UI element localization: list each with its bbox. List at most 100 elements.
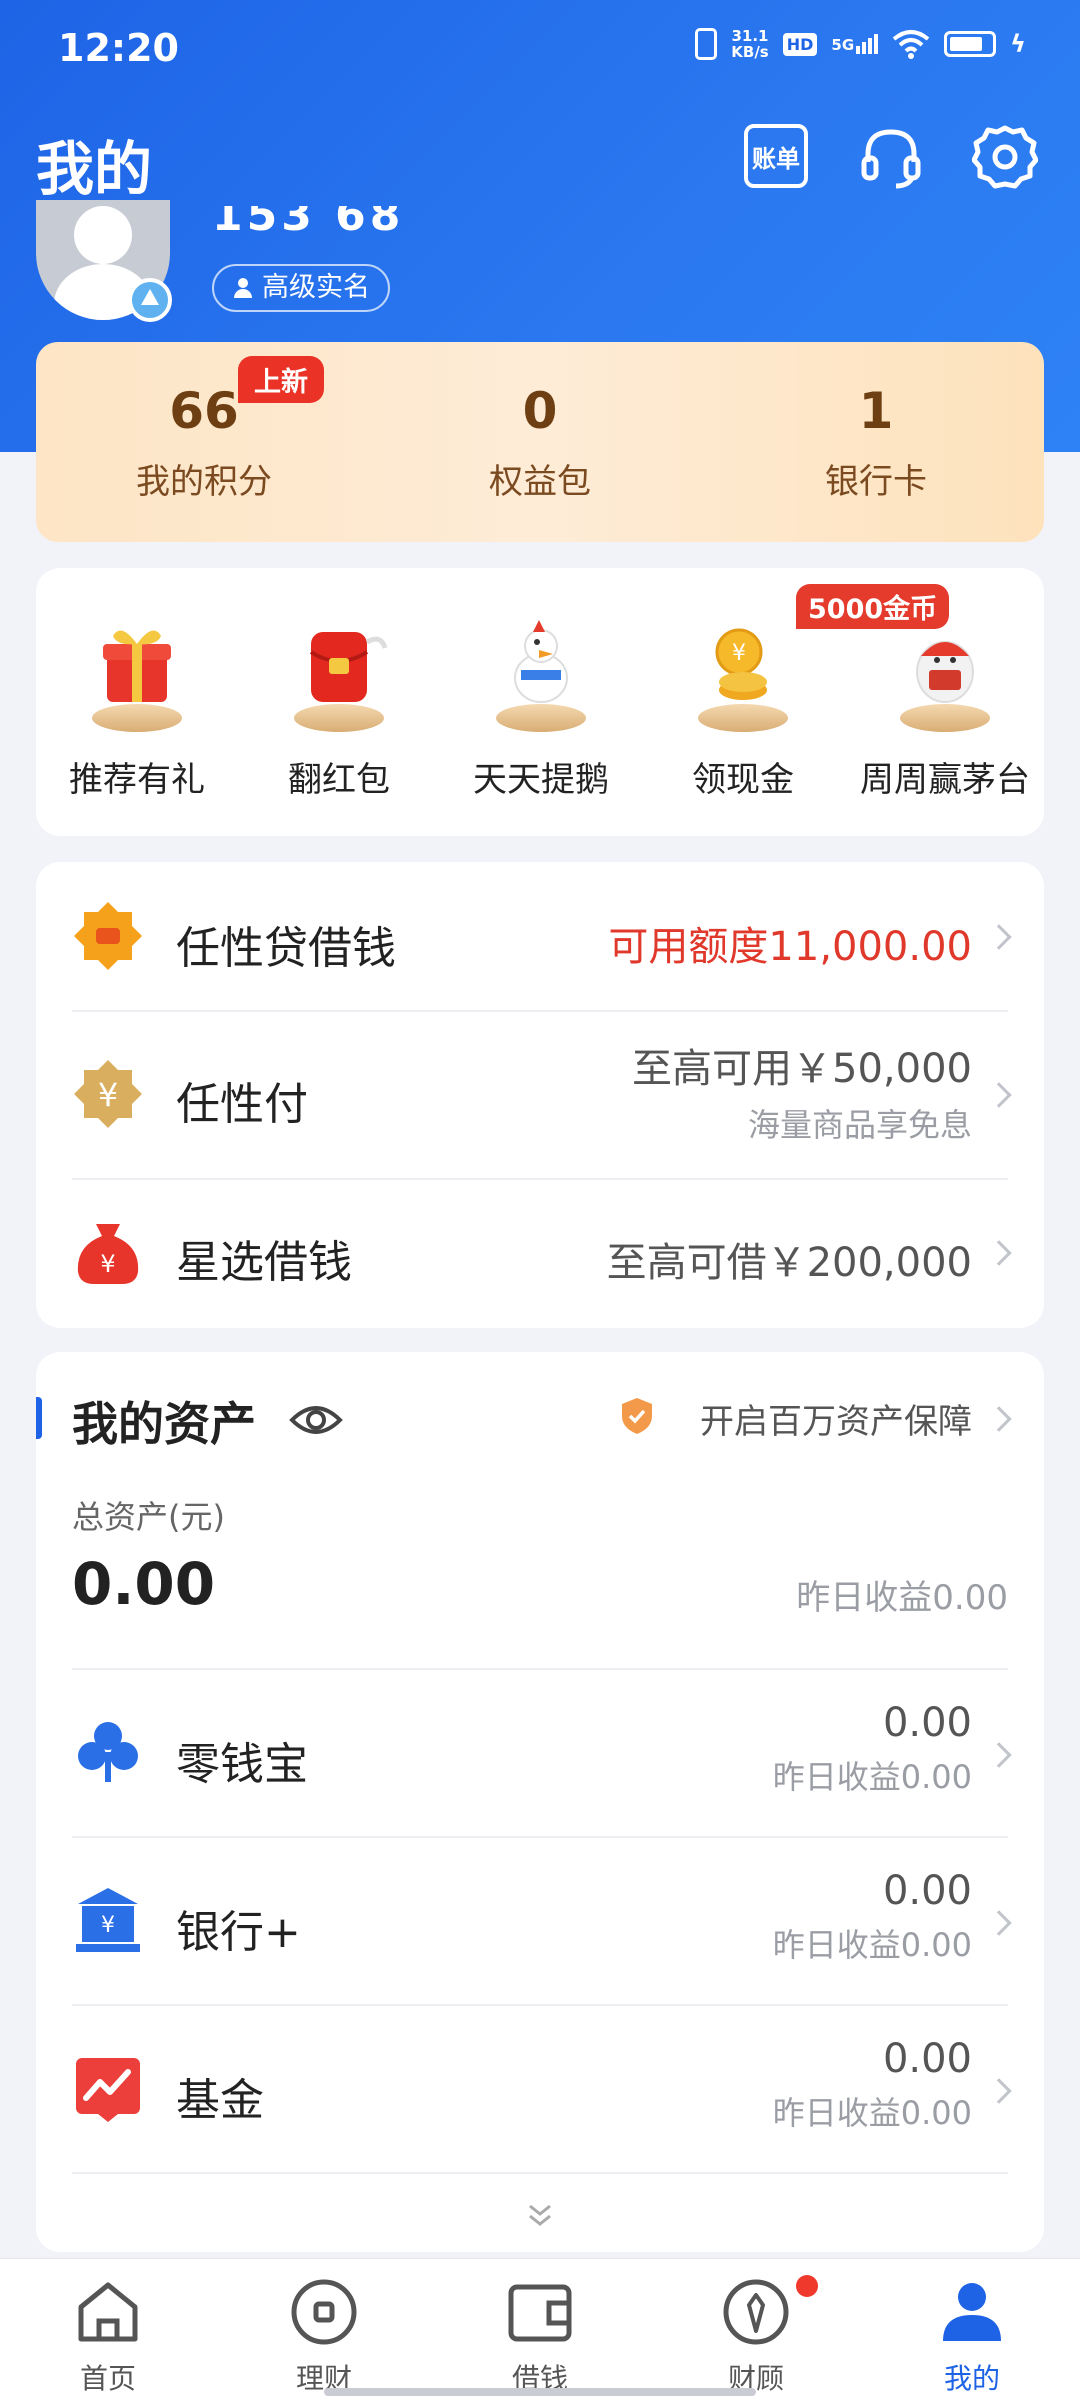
nav-home[interactable]: 首页 [38,2277,178,2397]
chevron-right-icon [986,1240,1012,1266]
asset-row-lingqianbao[interactable]: 零钱宝 0.00 昨日收益0.00 [36,1670,1044,1836]
asset-card: 我的资产 开启百万资产保障 总资产(元) 0.00 昨日收益0.00 零钱宝 0… [36,1352,1044,2252]
wifi-icon [892,30,930,59]
asset-protection-link[interactable]: 开启百万资产保障 [700,1394,972,1443]
row-value: 0.00 [882,1868,972,1914]
home-icon [78,2282,138,2342]
stats-card: 66 我的积分 上新 0 权益包 1 银行卡 [36,342,1044,542]
chevron-right-icon [986,1406,1012,1432]
row-right: 0.00 昨日收益0.00 [773,1700,972,1798]
vibrate-icon [695,28,718,60]
nav-borrow[interactable]: 借钱 [470,2277,610,2397]
nav-label: 我的 [943,2362,1000,2395]
eye-icon[interactable] [288,1392,344,1448]
bill-button[interactable]: 账单 [744,124,810,190]
row-value: 0.00 [882,2036,972,2082]
customer-service-button[interactable] [858,124,924,190]
total-yesterday-earnings: 昨日收益0.00 [796,1578,1008,1618]
row-title: 基金 [176,2075,264,2126]
row-value: 至高可用￥50,000 [632,1046,972,1092]
goose-icon [491,612,591,732]
row-right: 0.00 昨日收益0.00 [773,1868,972,1966]
asset-row-fund[interactable]: 基金 0.00 昨日收益0.00 [36,2006,1044,2172]
double-chevron-down-icon[interactable] [524,2200,556,2232]
promo-cash[interactable]: ¥ 领现金 [642,612,844,801]
stat-points[interactable]: 66 我的积分 [36,382,372,503]
yuan-star-icon: ¥ [74,1060,142,1128]
gear-icon [971,125,1039,189]
home-indicator[interactable] [324,2388,756,2396]
hd-icon: HD [782,32,818,56]
stat-bank-cards[interactable]: 1 银行卡 [708,382,1044,503]
promo-red-envelope[interactable]: 翻红包 [238,612,440,801]
row-title: 任性付 [176,1079,308,1130]
row-value: 至高可借￥200,000 [606,1240,972,1286]
svg-text:¥: ¥ [98,1076,118,1114]
divider [72,2172,1008,2174]
stat-value: 1 [858,382,894,440]
chevron-right-icon [986,1742,1012,1768]
verify-tag[interactable]: 高级实名 [212,264,390,312]
row-right: 0.00 昨日收益0.00 [773,2036,972,2134]
promo-label: 领现金 [692,760,794,800]
signal-icon: 5G [831,34,879,54]
promo-maotai[interactable]: 周周赢茅台 [844,612,1046,801]
promo-label: 天天提鹅 [473,760,609,800]
promo-label: 推荐有礼 [69,760,205,800]
fund-trend-icon [76,2058,140,2122]
row-title: 任性贷借钱 [176,923,396,974]
gift-box-icon [87,612,187,732]
bank-icon: ¥ [76,1888,140,1952]
stat-label: 银行卡 [825,462,927,502]
nav-profile[interactable]: 我的 [902,2277,1042,2397]
notification-dot [796,2275,818,2297]
loan-row-renxingfu[interactable]: ¥ 任性付 至高可用￥50,000 海量商品享免息 [36,1012,1044,1178]
total-assets-value: 0.00 [72,1550,216,1618]
status-time: 12:20 [58,26,179,70]
settings-button[interactable] [971,124,1039,190]
profile-icon [943,2283,1001,2341]
loan-card: 任性贷借钱 可用额度11,000.00 ¥ 任性付 至高可用￥50,000 海量… [36,862,1044,1328]
row-right: 至高可用￥50,000 海量商品享免息 [632,1036,972,1146]
new-badge: 上新 [238,356,324,403]
wallet-icon [508,2284,572,2342]
row-value: 0.00 [882,1700,972,1746]
network-type: 5G [831,36,855,54]
chevron-right-icon [986,1082,1012,1108]
stat-benefits[interactable]: 0 权益包 [372,382,708,503]
status-icons: 31.1 KB/s HD 5G ϟ [695,28,1026,60]
row-subtitle: 海量商品享免息 [747,1106,972,1144]
coin-badge: 5000金币 [796,584,950,629]
loan-row-xingxuan[interactable]: ¥ 星选借钱 至高可借￥200,000 [36,1180,1044,1328]
row-title: 星选借钱 [176,1237,352,1288]
svg-text:¥: ¥ [732,641,746,666]
chevron-right-icon [986,924,1012,950]
charging-icon: ϟ [1010,30,1026,58]
clover-icon [78,1722,138,1782]
stat-value: 0 [522,382,558,440]
gold-coin-icon: ¥ [693,612,793,732]
money-bag-icon: ¥ [77,1224,139,1284]
user-phone: 153 68 [212,206,405,236]
status-bar: 12:20 31.1 KB/s HD 5G ϟ [0,0,1080,86]
advisor-icon [723,2279,789,2345]
promo-referral[interactable]: 推荐有礼 [36,612,238,801]
promo-label: 周周赢茅台 [860,760,1030,800]
asset-row-bank-plus[interactable]: ¥ 银行+ 0.00 昨日收益0.00 [36,1838,1044,2004]
nav-wealth[interactable]: 理财 [254,2277,394,2397]
loan-row-renxingdai[interactable]: 任性贷借钱 可用额度11,000.00 [36,862,1044,1012]
row-subtitle: 昨日收益0.00 [772,1926,972,1964]
shield-icon [622,1398,652,1434]
page-title: 我的 [36,135,153,203]
total-assets-label: 总资产(元) [72,1498,225,1536]
promo-card: 推荐有礼 翻红包 天天提鹅 ¥ 领现金 周周赢茅台 5000金币 [36,568,1044,836]
stat-label: 我的积分 [136,462,272,502]
section-accent-bar [36,1397,42,1439]
verify-label: 高级实名 [262,272,370,303]
svg-text:¥: ¥ [100,1250,115,1278]
net-speed: 31.1 KB/s [731,27,769,61]
bill-icon: 账单 [744,124,808,188]
promo-goose[interactable]: 天天提鹅 [440,612,642,801]
flower-coin-icon [74,902,142,970]
bottom-nav: 首页 理财 借钱 财顾 我的 [0,2258,1080,2400]
